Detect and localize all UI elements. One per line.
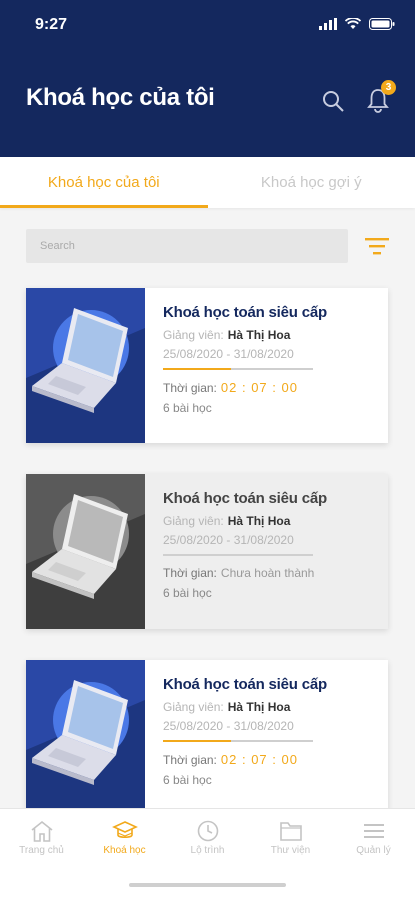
course-dates: 25/08/2020 - 31/08/2020 (163, 533, 294, 547)
filter-icon (365, 238, 389, 255)
instructor-row: Giảng viên: Hà Thị Hoa (163, 700, 291, 714)
nav-label: Khoá học (103, 845, 146, 856)
filter-button[interactable] (364, 235, 390, 257)
time-row: Thời gian: Chưa hoàn thành (163, 566, 315, 580)
instructor-row: Giảng viên: Hà Thị Hoa (163, 328, 291, 342)
course-dates: 25/08/2020 - 31/08/2020 (163, 719, 294, 733)
progress-bar (163, 740, 313, 742)
course-thumbnail (26, 474, 145, 629)
lesson-count: 6 bài học (163, 773, 212, 787)
search-icon (323, 91, 344, 112)
instructor-row: Giảng viên: Hà Thị Hoa (163, 514, 291, 528)
page-title: Khoá học của tôi (26, 84, 215, 111)
folder-icon (279, 822, 302, 841)
search-button[interactable] (318, 86, 348, 116)
status-time: 9:27 (35, 16, 68, 33)
laptop-icon (26, 660, 145, 815)
time-value: Chưa hoàn thành (220, 566, 315, 580)
lesson-count: 6 bài học (163, 401, 212, 415)
home-icon (31, 820, 52, 842)
course-thumbnail (26, 288, 145, 443)
notification-badge: 3 (381, 80, 396, 95)
nav-label: Thư viện (270, 845, 311, 856)
course-card[interactable]: Khoá học toán siêu cấp Giảng viên: Hà Thị… (26, 288, 388, 443)
nav-item-roadmap[interactable]: Lộ trình (166, 809, 249, 865)
progress-bar (163, 368, 313, 370)
graduation-cap-icon (111, 821, 138, 839)
instructor-name: Hà Thị Hoa (227, 514, 291, 528)
course-tabs: Khoá học của tôi Khoá học gợi ý (0, 157, 415, 208)
time-value: 02 : 07 : 00 (220, 752, 298, 767)
bottom-nav: Trang chủ Khoá học Lộ trình Thư viện Quả… (0, 808, 415, 900)
progress-fill (163, 740, 231, 742)
tab-my-courses[interactable]: Khoá học của tôi (0, 157, 208, 208)
time-value: 02 : 07 : 00 (220, 380, 298, 395)
notification-button[interactable]: 3 (363, 80, 396, 116)
lesson-count: 6 bài học (163, 586, 212, 600)
battery-icon (369, 18, 395, 30)
nav-item-manage[interactable]: Quản lý (332, 809, 415, 865)
course-thumbnail (26, 660, 145, 815)
search-input[interactable] (26, 229, 348, 263)
laptop-icon (26, 288, 145, 443)
menu-icon (363, 824, 384, 838)
instructor-name: Hà Thị Hoa (227, 328, 291, 342)
course-name: Khoá học toán siêu cấp (163, 676, 327, 693)
laptop-icon (26, 474, 145, 629)
course-name: Khoá học toán siêu cấp (163, 304, 327, 321)
time-row: Thời gian: 02 : 07 : 00 (163, 752, 298, 767)
nav-item-library[interactable]: Thư viện (249, 809, 332, 865)
course-name: Khoá học toán siêu cấp (163, 490, 327, 507)
progress-fill (163, 368, 231, 370)
course-dates: 25/08/2020 - 31/08/2020 (163, 347, 294, 361)
instructor-name: Hà Thị Hoa (227, 700, 291, 714)
status-bar: 9:27 (0, 16, 415, 38)
progress-bar (163, 554, 313, 556)
nav-item-courses[interactable]: Khoá học (83, 809, 166, 865)
nav-item-home[interactable]: Trang chủ (0, 809, 83, 865)
app-header: 9:27 Khoá học của tôi 3 (0, 0, 415, 157)
nav-label: Trang chủ (19, 845, 64, 856)
clock-icon (197, 820, 218, 842)
home-indicator (129, 883, 286, 887)
signal-icon (319, 18, 337, 30)
course-card[interactable]: Khoá học toán siêu cấp Giảng viên: Hà Thị… (26, 660, 388, 815)
nav-label: Quản lý (356, 845, 391, 856)
tab-suggested-courses[interactable]: Khoá học gợi ý (208, 157, 415, 208)
course-card[interactable]: Khoá học toán siêu cấp Giảng viên: Hà Thị… (26, 474, 388, 629)
search-row (26, 229, 390, 265)
time-row: Thời gian: 02 : 07 : 00 (163, 380, 298, 395)
nav-label: Lộ trình (190, 845, 225, 856)
wifi-icon (345, 18, 361, 29)
